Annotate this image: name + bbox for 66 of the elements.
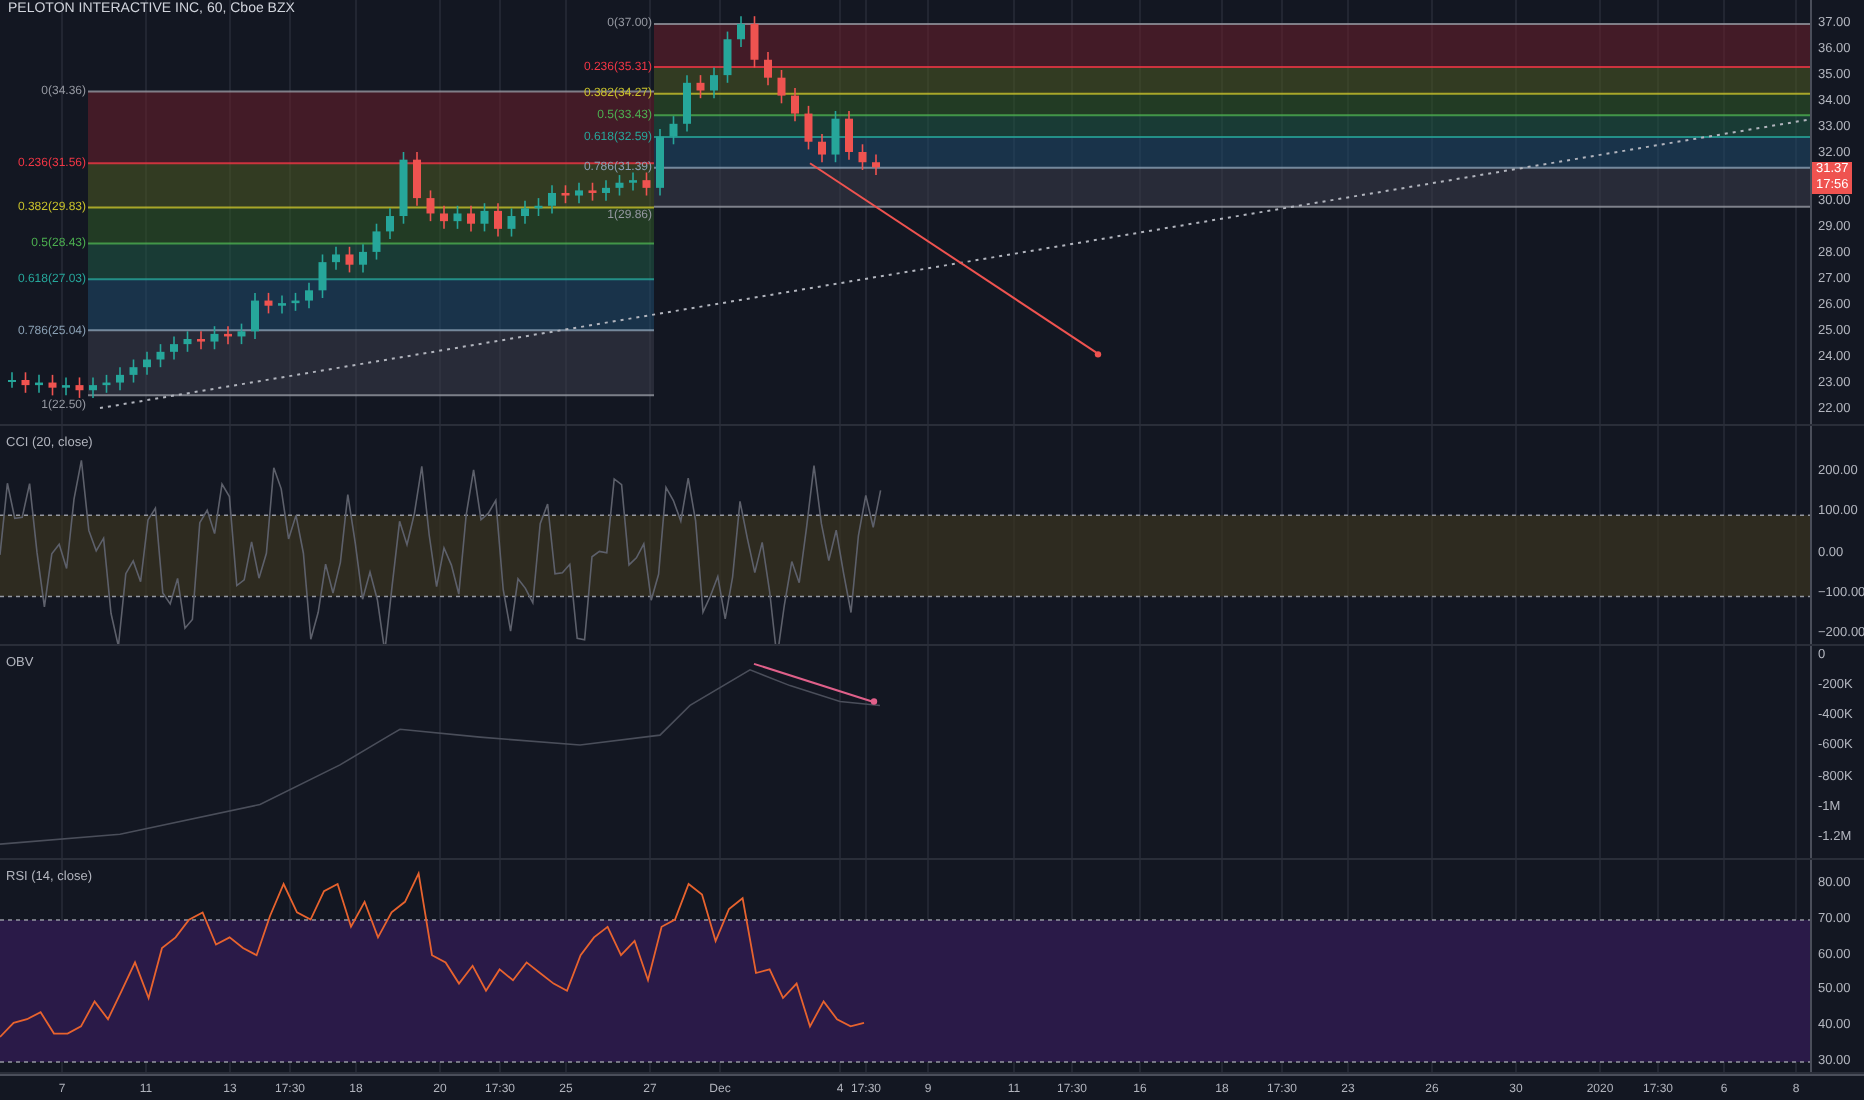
candlestick [602,179,610,202]
candlestick [534,197,543,217]
candlestick [575,181,583,204]
candlestick [642,171,651,197]
arrow-line [753,662,878,705]
candlestick [507,207,516,238]
candlestick [588,181,597,202]
candlestick [737,15,745,48]
candlestick [359,243,367,274]
candlestick [818,133,826,164]
candlestick [102,374,111,394]
candlestick [548,184,556,215]
candlestick [35,374,43,394]
candlestick [521,199,529,225]
candlestick [291,292,300,312]
candlestick [210,325,219,351]
candlestick [777,69,786,105]
candlestick [426,189,435,222]
candlestick [224,325,232,345]
candlestick [480,202,489,233]
candlestick [399,151,408,225]
candlestick [318,253,327,299]
candlestick [831,110,840,164]
candlestick [129,358,138,384]
candlestick [8,371,16,389]
candlestick [183,330,192,353]
candlestick [237,322,246,345]
candlestick [62,376,70,397]
candlestick [804,105,813,151]
candlestick [791,87,799,123]
candlestick [116,366,124,392]
candlestick [305,281,313,310]
candlestick [710,66,718,99]
candlestick [345,245,354,274]
candlestick [170,335,178,361]
candlestick [629,171,637,192]
candlestick [251,292,259,340]
candlestick [750,15,759,69]
candlestick [467,205,475,233]
candlestick [386,207,394,240]
candlestick [372,222,381,261]
candlestick [845,110,853,161]
candlestick [656,128,664,197]
candlestick [561,184,570,204]
candlestick [156,343,165,368]
candlestick [669,115,678,146]
candlestick [683,74,691,133]
candlestick [764,51,772,87]
candlestick [89,376,97,399]
candlestick [413,151,421,207]
candlestick [143,351,151,376]
candlestick [75,376,84,399]
candlestick [723,30,732,84]
candlestick [858,143,867,171]
candlestick [264,292,273,315]
candlestick [615,174,624,197]
candlestick [332,245,340,271]
candlestick [440,205,448,230]
candlestick [872,153,880,176]
candlestick [453,205,462,230]
candlestick [494,202,502,238]
candlestick [21,371,30,394]
candlestick [48,374,57,397]
candlestick [696,74,705,99]
candlestick [197,330,205,351]
candlestick [278,294,286,315]
